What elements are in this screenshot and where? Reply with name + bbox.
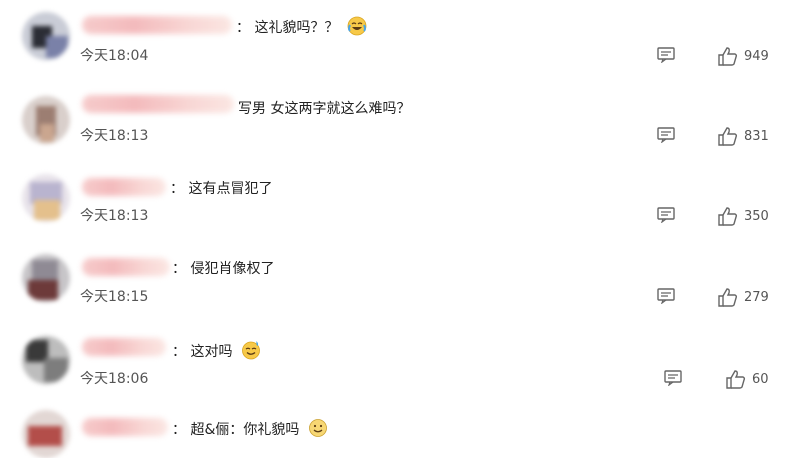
- avatar[interactable]: [22, 254, 70, 302]
- comment-body: 写男 女这两字就这么难吗？: [238, 101, 411, 117]
- reply-icon[interactable]: [657, 127, 675, 143]
- comment-item: ： 超&俪：你礼貌吗: [0, 400, 792, 458]
- comment-text: ： 这礼貌吗？？: [236, 16, 367, 37]
- name-separator: ：: [172, 422, 186, 438]
- reply-icon[interactable]: [657, 47, 675, 63]
- avatar[interactable]: [22, 410, 70, 458]
- like-count: 949: [744, 48, 769, 64]
- thumbs-up-icon: [726, 369, 746, 389]
- like-button[interactable]: 949: [718, 46, 769, 66]
- comment-body: 这对吗: [190, 344, 233, 360]
- timestamp: 今天18:04: [80, 48, 149, 64]
- like-button[interactable]: 350: [718, 206, 769, 226]
- name-separator: ：: [170, 181, 184, 197]
- comment-text: ： 这有点冒犯了: [170, 178, 272, 198]
- thumbs-up-icon: [718, 287, 738, 307]
- comment-text: 写男 女这两字就这么难吗？: [238, 98, 410, 118]
- laugh-cry-emoji: [347, 16, 367, 36]
- comment-item: ： 侵犯肖像权了 今天18:15 279: [0, 240, 792, 320]
- comment-body: 这礼貌吗？？: [254, 20, 339, 36]
- comment-text: ： 超&俪：你礼貌吗: [172, 418, 328, 439]
- smile-emoji: [308, 419, 327, 437]
- thumbs-up-icon: [718, 206, 738, 226]
- username-blurred[interactable]: [82, 258, 170, 276]
- comment-list: ： 这礼貌吗？？ 今天18:04 949 写男 女这两字就这么难吗？ 今天18:…: [0, 0, 792, 458]
- username-blurred[interactable]: [82, 16, 232, 34]
- comment-item: ： 这有点冒犯了 今天18:13 350: [0, 160, 792, 240]
- name-separator: ：: [172, 344, 186, 360]
- comment-text: ： 侵犯肖像权了: [172, 258, 274, 278]
- avatar[interactable]: [22, 336, 70, 384]
- thumbs-up-icon: [718, 46, 738, 66]
- avatar[interactable]: [22, 174, 70, 222]
- avatar[interactable]: [22, 96, 70, 144]
- username-blurred[interactable]: [82, 95, 234, 113]
- like-button[interactable]: 279: [718, 287, 769, 307]
- like-count: 279: [744, 289, 769, 305]
- like-count: 350: [744, 208, 769, 224]
- like-button[interactable]: 831: [718, 126, 769, 146]
- like-count: 831: [744, 128, 769, 144]
- comment-item: ： 这礼貌吗？？ 今天18:04 949: [0, 0, 792, 80]
- like-count: 60: [752, 371, 769, 387]
- timestamp: 今天18:06: [80, 371, 149, 387]
- username-blurred[interactable]: [82, 338, 166, 356]
- comment-body: 侵犯肖像权了: [190, 261, 275, 277]
- timestamp: 今天18:13: [80, 208, 149, 224]
- comment-item: ： 这对吗 今天18:06 60: [0, 320, 792, 400]
- reply-icon[interactable]: [657, 207, 675, 223]
- sweat-smile-emoji: [242, 341, 260, 360]
- username-blurred[interactable]: [82, 178, 166, 196]
- like-button[interactable]: 60: [726, 369, 769, 389]
- comment-text: ： 这对吗: [172, 340, 261, 361]
- username-blurred[interactable]: [82, 418, 168, 436]
- reply-icon[interactable]: [657, 288, 675, 304]
- timestamp: 今天18:15: [80, 289, 149, 305]
- name-separator: ：: [172, 261, 186, 277]
- comment-item: 写男 女这两字就这么难吗？ 今天18:13 831: [0, 80, 792, 160]
- timestamp: 今天18:13: [80, 128, 149, 144]
- reply-icon[interactable]: [664, 370, 682, 386]
- thumbs-up-icon: [718, 126, 738, 146]
- comment-body: 这有点冒犯了: [188, 181, 273, 197]
- avatar[interactable]: [22, 12, 70, 60]
- name-separator: ：: [236, 20, 250, 36]
- comment-body: 超&俪：你礼貌吗: [190, 422, 300, 438]
